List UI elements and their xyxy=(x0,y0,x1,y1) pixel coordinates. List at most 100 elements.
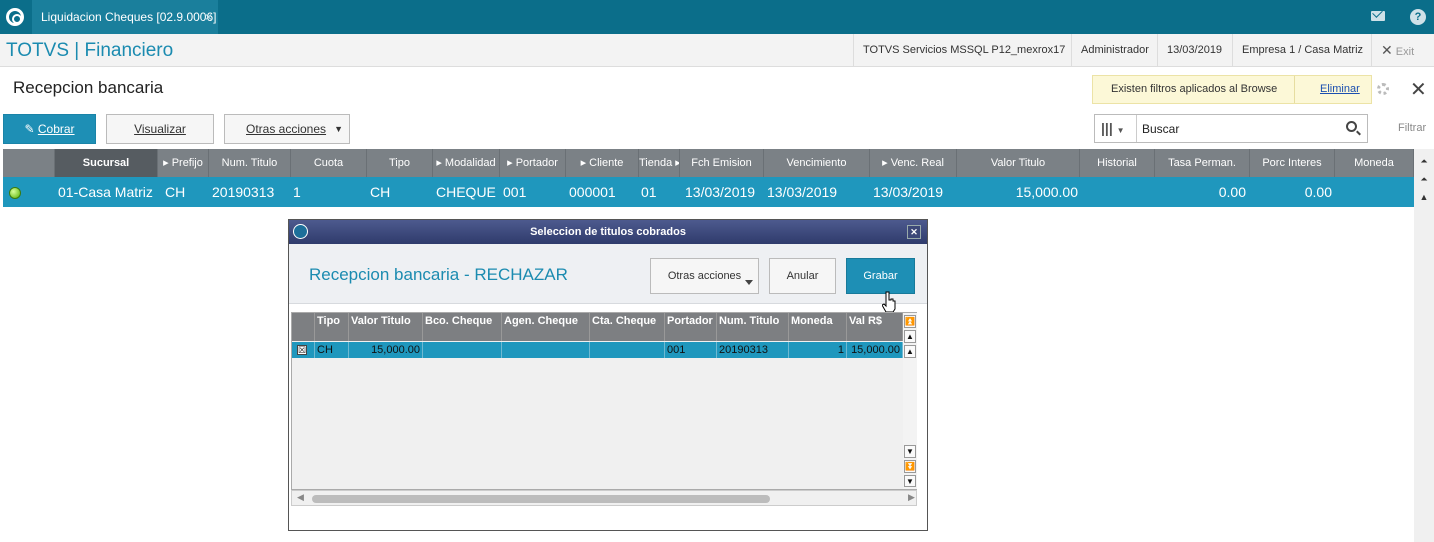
tab-title: Liquidacion Cheques [02.9.0006] xyxy=(41,10,217,24)
scroll-down-icon[interactable]: ▼ xyxy=(904,445,916,458)
dialog-table: Tipo Valor Titulo Bco. Cheque Agen. Cheq… xyxy=(291,312,917,490)
table-row[interactable]: ☒ CH 15,000.00 001 20190313 1 15,000.00 xyxy=(292,342,903,358)
scroll-top-icon[interactable]: ⏫ xyxy=(904,315,916,328)
filter-notice: Existen filtros aplicados al Browse Elim… xyxy=(1092,75,1372,104)
grid-header: Sucursal ▸ Prefijo Num. Titulo Cuota Tip… xyxy=(3,149,1414,177)
col-valor-titulo[interactable]: Valor Titulo xyxy=(957,149,1080,177)
scroll-right-icon[interactable]: ▶ xyxy=(908,492,915,503)
scroll-up-icon[interactable]: ▲ xyxy=(1418,191,1430,203)
col-cuota[interactable]: Cuota xyxy=(291,149,367,177)
col-tipo[interactable]: Tipo xyxy=(367,149,433,177)
col-tienda[interactable]: Tienda ▸ xyxy=(639,149,680,177)
checkbox[interactable]: ☒ xyxy=(297,345,307,355)
scroll-thumb[interactable] xyxy=(312,495,770,503)
cell-fch-emision: 13/03/2019 xyxy=(685,184,756,200)
filter-notice-text: Existen filtros aplicados al Browse xyxy=(1111,83,1278,95)
scroll-bottom-icon[interactable]: ▼ xyxy=(904,475,916,487)
sort-arrow-icon: ▸ xyxy=(882,157,891,169)
close-icon[interactable]: ✕ xyxy=(1410,77,1427,102)
gear-icon[interactable] xyxy=(1377,83,1389,95)
filtrar-button[interactable]: Filtrar xyxy=(1398,122,1426,134)
tab-close-icon[interactable]: × xyxy=(205,0,212,34)
tab-liquidacion-cheques[interactable]: Liquidacion Cheques [02.9.0006] × xyxy=(32,0,218,34)
col-historial[interactable]: Historial xyxy=(1080,149,1155,177)
dialog-col-valor-titulo[interactable]: Valor Titulo xyxy=(349,313,423,341)
cell-bco-cheque xyxy=(423,342,502,358)
dialog-title-bar[interactable]: Seleccion de titulos cobrados ✕ xyxy=(289,220,927,244)
scroll-page-up-icon[interactable]: ⏶ xyxy=(1418,173,1430,185)
server-info: TOTVS Servicios MSSQL P12_mexrox17 xyxy=(853,34,1074,67)
status-green-icon xyxy=(9,187,21,199)
exit-button[interactable]: ✕ Exit xyxy=(1371,34,1423,67)
dialog-col-tipo[interactable]: Tipo xyxy=(315,313,349,341)
cell-portador: 001 xyxy=(665,342,717,358)
search-box: ||| ▼ Buscar xyxy=(1094,114,1368,143)
cell-venc-real: 13/03/2019 xyxy=(873,184,944,200)
cell-valor-titulo: 15,000.00 xyxy=(1015,184,1078,200)
search-input[interactable]: Buscar xyxy=(1142,122,1179,136)
visualizar-button[interactable]: Visualizar xyxy=(106,114,214,144)
col-cliente[interactable]: ▸ Cliente xyxy=(566,149,639,177)
grabar-button[interactable]: Grabar xyxy=(846,258,915,294)
col-vencimiento[interactable]: Vencimiento xyxy=(764,149,870,177)
dialog-vertical-scrollbar[interactable]: ⏫ ▲ ▲ ▼ ⏬ ▼ xyxy=(903,313,917,489)
scroll-top-icon[interactable]: ⏶ xyxy=(1418,155,1430,167)
cell-cuota: 1 xyxy=(293,184,301,200)
col-tasa-perman[interactable]: Tasa Perman. xyxy=(1155,149,1250,177)
dialog-otras-acciones-button[interactable]: Otras acciones xyxy=(650,258,759,294)
seleccion-titulos-dialog: Seleccion de titulos cobrados ✕ Recepcio… xyxy=(288,219,928,531)
grid-vertical-scrollbar[interactable]: ⏶ ⏶ ▲ xyxy=(1414,149,1434,542)
remove-filters-link[interactable]: Eliminar xyxy=(1320,83,1360,95)
col-porc-interes[interactable]: Porc Interes xyxy=(1250,149,1335,177)
dialog-col-agen-cheque[interactable]: Agen. Cheque xyxy=(502,313,590,341)
cell-prefijo: CH xyxy=(165,184,186,200)
cell-moneda: 1 xyxy=(789,342,847,358)
cell-sucursal: 01-Casa Matriz xyxy=(58,184,153,200)
cell-porc-interes: 0.00 xyxy=(1304,184,1332,200)
cell-vencimiento: 13/03/2019 xyxy=(767,184,838,200)
col-prefijo[interactable]: ▸ Prefijo xyxy=(158,149,209,177)
cobrar-button[interactable]: ✎ Cobrar xyxy=(3,114,96,144)
search-icon[interactable] xyxy=(1346,121,1357,132)
dialog-otras-acciones-label: Otras acciones xyxy=(667,270,742,282)
dialog-col-portador[interactable]: Portador xyxy=(665,313,717,341)
dialog-col-val-rs[interactable]: Val R$ xyxy=(847,313,903,341)
col-fch-emision[interactable]: Fch Emision xyxy=(680,149,764,177)
cell-valor-titulo: 15,000.00 xyxy=(349,342,423,358)
cell-portador: 001 xyxy=(503,184,527,200)
mail-icon[interactable] xyxy=(1371,11,1385,21)
dialog-col-cta-cheque[interactable]: Cta. Cheque xyxy=(590,313,665,341)
col-moneda[interactable]: Moneda xyxy=(1335,149,1414,177)
dialog-horizontal-scrollbar[interactable]: ◀ ▶ xyxy=(291,490,917,506)
columns-selector[interactable]: ||| ▼ xyxy=(1095,115,1137,142)
anular-button[interactable]: Anular xyxy=(769,258,836,294)
sort-arrow-icon: ▸ xyxy=(436,157,445,169)
dialog-col-num-titulo[interactable]: Num. Titulo xyxy=(717,313,789,341)
col-modalidad[interactable]: ▸ Modalidad xyxy=(433,149,500,177)
dialog-col-bco-cheque[interactable]: Bco. Cheque xyxy=(423,313,502,341)
dialog-close-icon[interactable]: ✕ xyxy=(907,225,921,239)
col-venc-real[interactable]: ▸ Venc. Real xyxy=(870,149,957,177)
scroll-page-down-icon[interactable]: ⏬ xyxy=(904,460,916,473)
col-sucursal[interactable]: Sucursal xyxy=(55,149,158,177)
help-icon[interactable]: ? xyxy=(1410,9,1426,25)
exit-icon: ✕ xyxy=(1381,42,1393,58)
cell-agen-cheque xyxy=(502,342,590,358)
totvs-logo-icon xyxy=(6,8,24,26)
scroll-page-up-icon[interactable]: ▲ xyxy=(904,330,916,343)
dropdown-arrow-icon: ▼ xyxy=(334,124,343,134)
sort-arrow-icon: ▸ xyxy=(580,157,590,169)
scroll-up-icon[interactable]: ▲ xyxy=(904,345,916,358)
scroll-left-icon[interactable]: ◀ xyxy=(297,492,304,503)
sort-arrow-icon: ▸ xyxy=(672,157,680,169)
cell-check[interactable]: ☒ xyxy=(292,342,315,358)
page-title: Recepcion bancaria xyxy=(13,78,164,97)
table-row[interactable]: 01-Casa Matriz CH 20190313 1 CH CHEQUE 0… xyxy=(3,177,1414,207)
date-info: 13/03/2019 xyxy=(1157,34,1231,67)
company-info: Empresa 1 / Casa Matriz xyxy=(1232,34,1372,67)
visualizar-label: Visualizar xyxy=(134,122,186,136)
otras-acciones-button[interactable]: Otras acciones ▼ xyxy=(224,114,350,144)
dialog-col-moneda[interactable]: Moneda xyxy=(789,313,847,341)
col-num-titulo[interactable]: Num. Titulo xyxy=(209,149,291,177)
col-portador[interactable]: ▸ Portador xyxy=(500,149,566,177)
